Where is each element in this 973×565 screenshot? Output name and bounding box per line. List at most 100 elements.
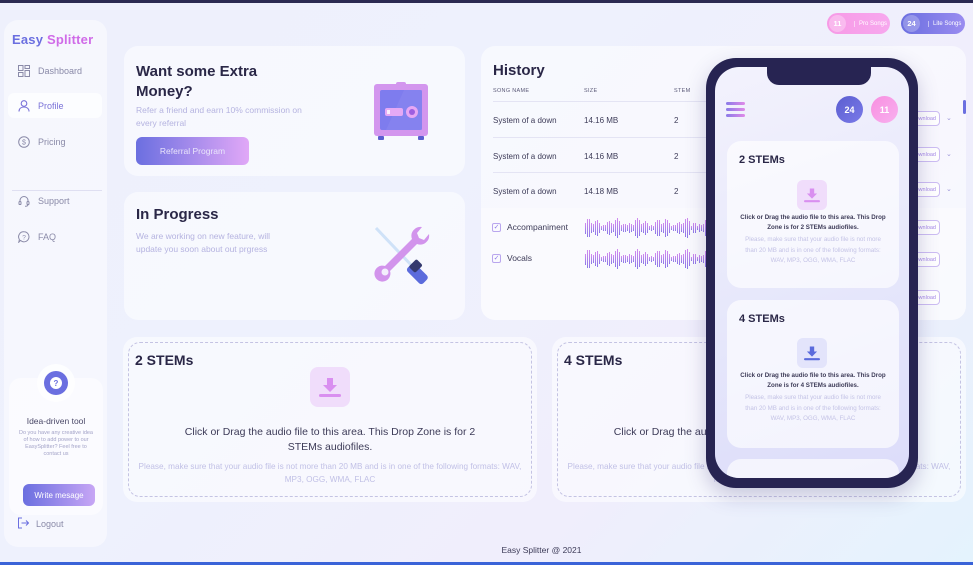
waveform-bar [679,252,680,266]
waveform-bar [597,220,598,236]
table-row[interactable]: System of a down 14.18 MB 2 [493,172,708,208]
waveform-bar [611,222,612,234]
brand-logo[interactable]: Easy Splitter [12,32,93,47]
waveform-bar [605,255,606,263]
user-icon [17,99,30,112]
drop-zone-2-stems[interactable]: 2 STEMs Click or Drag the audio file to … [123,337,537,502]
hamburger-menu-icon[interactable] [726,102,745,120]
idea-card: ? Idea-driven tool Do you have any creat… [9,364,103,515]
waveform-bar [689,221,690,235]
waveform-bar [585,222,586,234]
idea-card-title: Idea-driven tool [26,416,86,426]
phone-card-instruction: Click or Drag the audio file to this are… [740,372,886,389]
sidebar-item-faq[interactable]: ? FAQ [8,224,102,249]
sidebar-item-dashboard[interactable]: Dashboard [8,58,102,83]
lite-songs-count: 24 [903,15,920,32]
phone-screen: 24 11 2 STEMs Click or Drag the audio fi… [715,67,909,478]
phone-card-instruction: Click or Drag the audio file to this are… [740,214,886,231]
sidebar-item-profile[interactable]: Profile [8,93,102,118]
table-row[interactable]: System of a down 14.16 MB 2 [493,101,708,137]
pro-songs-label: Pro Songs [854,20,887,27]
waveform-bar [691,225,692,231]
logout-button[interactable]: Logout [17,517,64,531]
idea-card-text: Do you have any creative idea of how to … [19,430,93,457]
checkbox-accompaniment[interactable]: ✓ [492,222,501,232]
phone-pro-count[interactable]: 11 [871,96,898,123]
svg-text:$: $ [22,139,26,146]
waveform-bar [603,225,604,231]
waveform-bar [643,223,644,233]
waveform-bar [685,249,686,269]
phone-drop-zone-2-stems[interactable]: 2 STEMs Click or Drag the audio file to … [727,141,899,288]
sidebar-item-label: Profile [38,100,64,111]
headset-icon [17,194,30,207]
waveform-bar [651,224,652,232]
sidebar-item-support[interactable]: Support [8,188,102,213]
waveform-bar [701,224,702,232]
waveform-bar [603,256,604,262]
question-bubble-icon: ? [17,230,30,243]
waveform-bar [605,224,606,232]
waveform-bar [693,254,694,264]
column-header-song-name[interactable]: SONG NAME [493,88,529,94]
waveform-bar [635,251,636,267]
phone-card-partial [727,459,899,478]
phone-notch [767,67,871,85]
sidebar-item-label: FAQ [38,231,57,242]
waveform-bar [591,222,592,234]
waveform-bar [687,249,688,269]
waveform-bar [637,218,638,238]
waveform-bar [619,220,620,236]
waveform-bar [613,224,614,232]
chevron-down-icon[interactable]: ⌄ [946,185,952,193]
waveform-bar [631,223,632,233]
waveform-bar [589,219,590,237]
chevron-down-icon[interactable]: ⌄ [946,114,952,122]
referral-title: Want some Extra Money? [136,62,257,102]
track-label: Accompaniment [507,222,568,232]
waveform-bar [665,219,666,237]
top-border [0,0,973,3]
table-row[interactable]: System of a down 14.16 MB 2 [493,137,708,173]
waveform-bar [649,225,650,231]
waveform-bar [645,252,646,266]
checkbox-vocals[interactable]: ✓ [492,253,501,263]
waveform-bar [643,254,644,264]
waveform-bar [609,251,610,267]
song-stem: 2 [674,187,679,196]
pro-songs-badge[interactable]: 11 Pro Songs [827,13,890,34]
drop-zone-title: 4 STEMs [564,352,623,368]
waveform-vocals[interactable] [585,248,710,270]
lite-songs-badge[interactable]: 24 Lite Songs [901,13,965,34]
track-accompaniment[interactable]: ✓ Accompaniment [492,222,568,232]
scrollbar-thumb[interactable] [963,100,966,114]
waveform-bar [671,225,672,231]
waveform-bar [589,250,590,268]
waveform-bar [617,249,618,269]
idea-badge: ? [37,364,75,402]
sidebar-item-pricing[interactable]: $ Pricing [8,129,102,154]
referral-program-button[interactable]: Referral Program [136,137,249,165]
download-tray-icon [310,367,350,407]
phone-drop-zone-4-stems[interactable]: 4 STEMs Click or Drag the audio file to … [727,300,899,448]
track-vocals[interactable]: ✓ Vocals [492,253,532,263]
song-name: System of a down [493,116,557,125]
waveform-bar [693,223,694,233]
sidebar-item-label: Dashboard [38,65,83,76]
waveform-bar [585,253,586,265]
waveform-bar [599,223,600,233]
waveform-accompaniment[interactable] [585,217,710,239]
waveform-bar [675,256,676,262]
waveform-bar [635,220,636,236]
waveform-bar [661,255,662,263]
waveform-bar [613,255,614,263]
column-header-size[interactable]: SIZE [584,88,597,94]
svg-text:?: ? [22,234,26,241]
waveform-bar [601,225,602,231]
chevron-down-icon[interactable]: ⌄ [946,150,952,158]
phone-lite-count[interactable]: 24 [836,96,863,123]
column-header-stem[interactable]: STEM [674,88,690,94]
phone-card-hint: Please, make sure that your audio file i… [745,236,881,264]
song-size: 14.18 MB [584,187,619,196]
write-message-button[interactable]: Write mesage [23,484,95,506]
